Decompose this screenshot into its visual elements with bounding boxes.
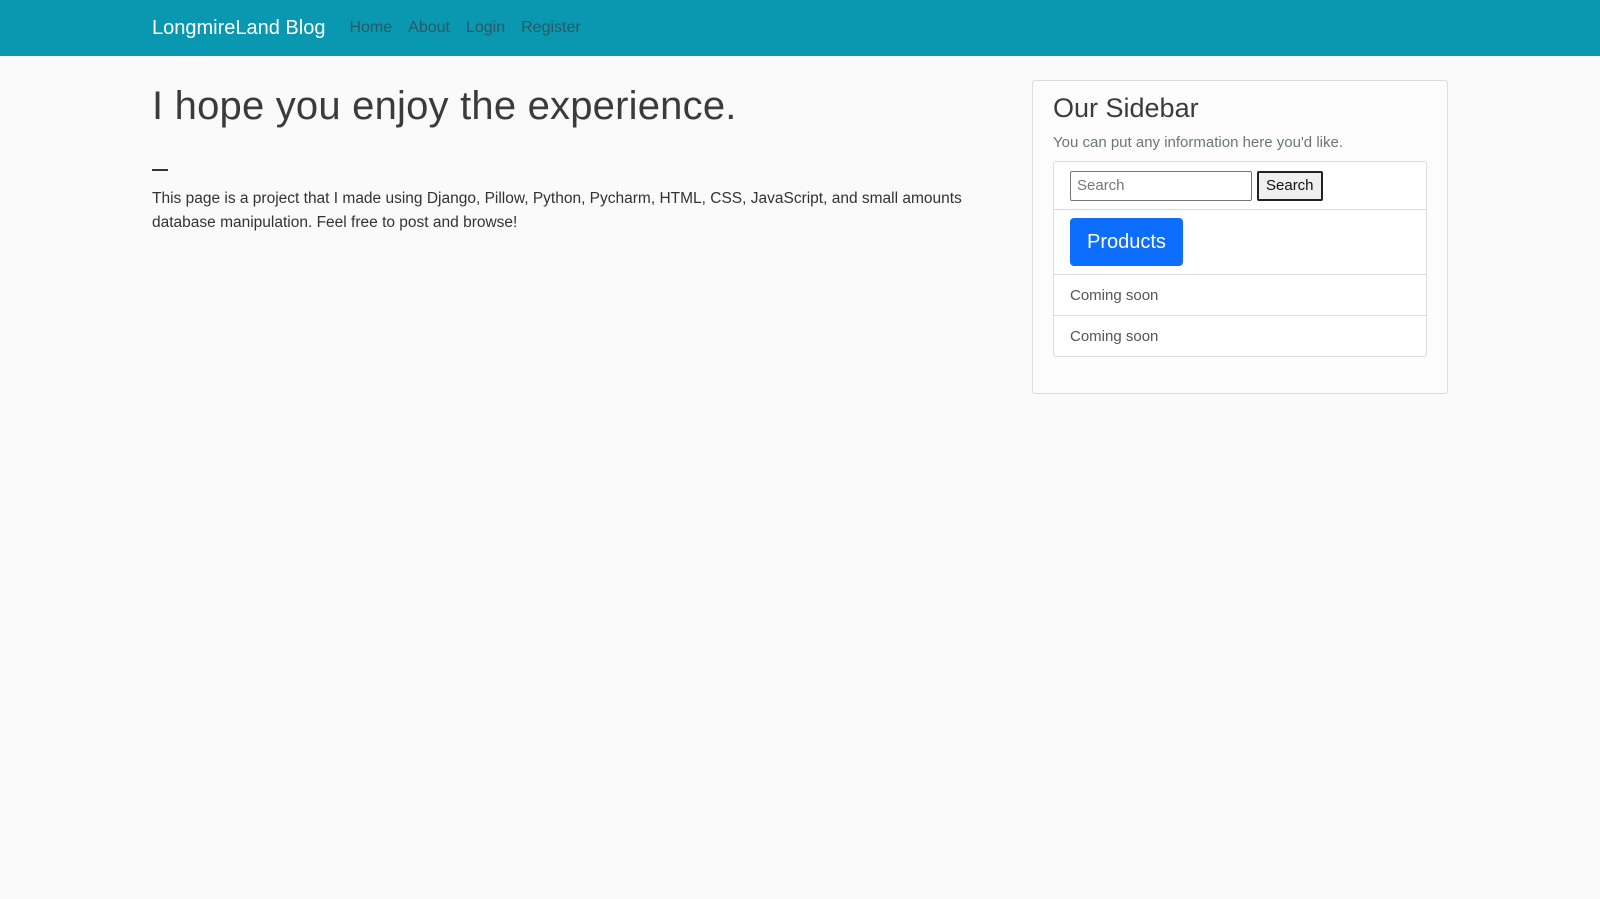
nav-link-register[interactable]: Register bbox=[521, 19, 581, 37]
divider bbox=[152, 169, 168, 171]
search-row: Search bbox=[1054, 162, 1426, 209]
intro-paragraph: This page is a project that I made using… bbox=[152, 190, 962, 231]
sidebar-list: Search Products Coming soon Coming soon bbox=[1053, 161, 1427, 357]
products-button[interactable]: Products bbox=[1070, 218, 1183, 266]
search-button[interactable]: Search bbox=[1257, 170, 1323, 201]
nav-link-home[interactable]: Home bbox=[349, 19, 392, 37]
main-content: I hope you enjoy the experience. This pa… bbox=[152, 80, 982, 235]
list-item: Coming soon bbox=[1054, 315, 1426, 356]
brand-link[interactable]: LongmireLand Blog bbox=[152, 17, 325, 40]
sidebar: Our Sidebar You can put any information … bbox=[1032, 80, 1448, 394]
list-item: Coming soon bbox=[1054, 274, 1426, 315]
sidebar-lead: You can put any information here you'd l… bbox=[1053, 134, 1343, 151]
nav-link-about[interactable]: About bbox=[408, 19, 450, 37]
page-heading: I hope you enjoy the experience. bbox=[152, 84, 737, 128]
sidebar-title: Our Sidebar bbox=[1053, 93, 1199, 123]
search-input[interactable] bbox=[1070, 170, 1252, 201]
nav-link-login[interactable]: Login bbox=[466, 19, 505, 37]
products-row: Products bbox=[1054, 209, 1426, 274]
navbar: LongmireLand Blog Home About Login Regis… bbox=[0, 0, 1600, 56]
